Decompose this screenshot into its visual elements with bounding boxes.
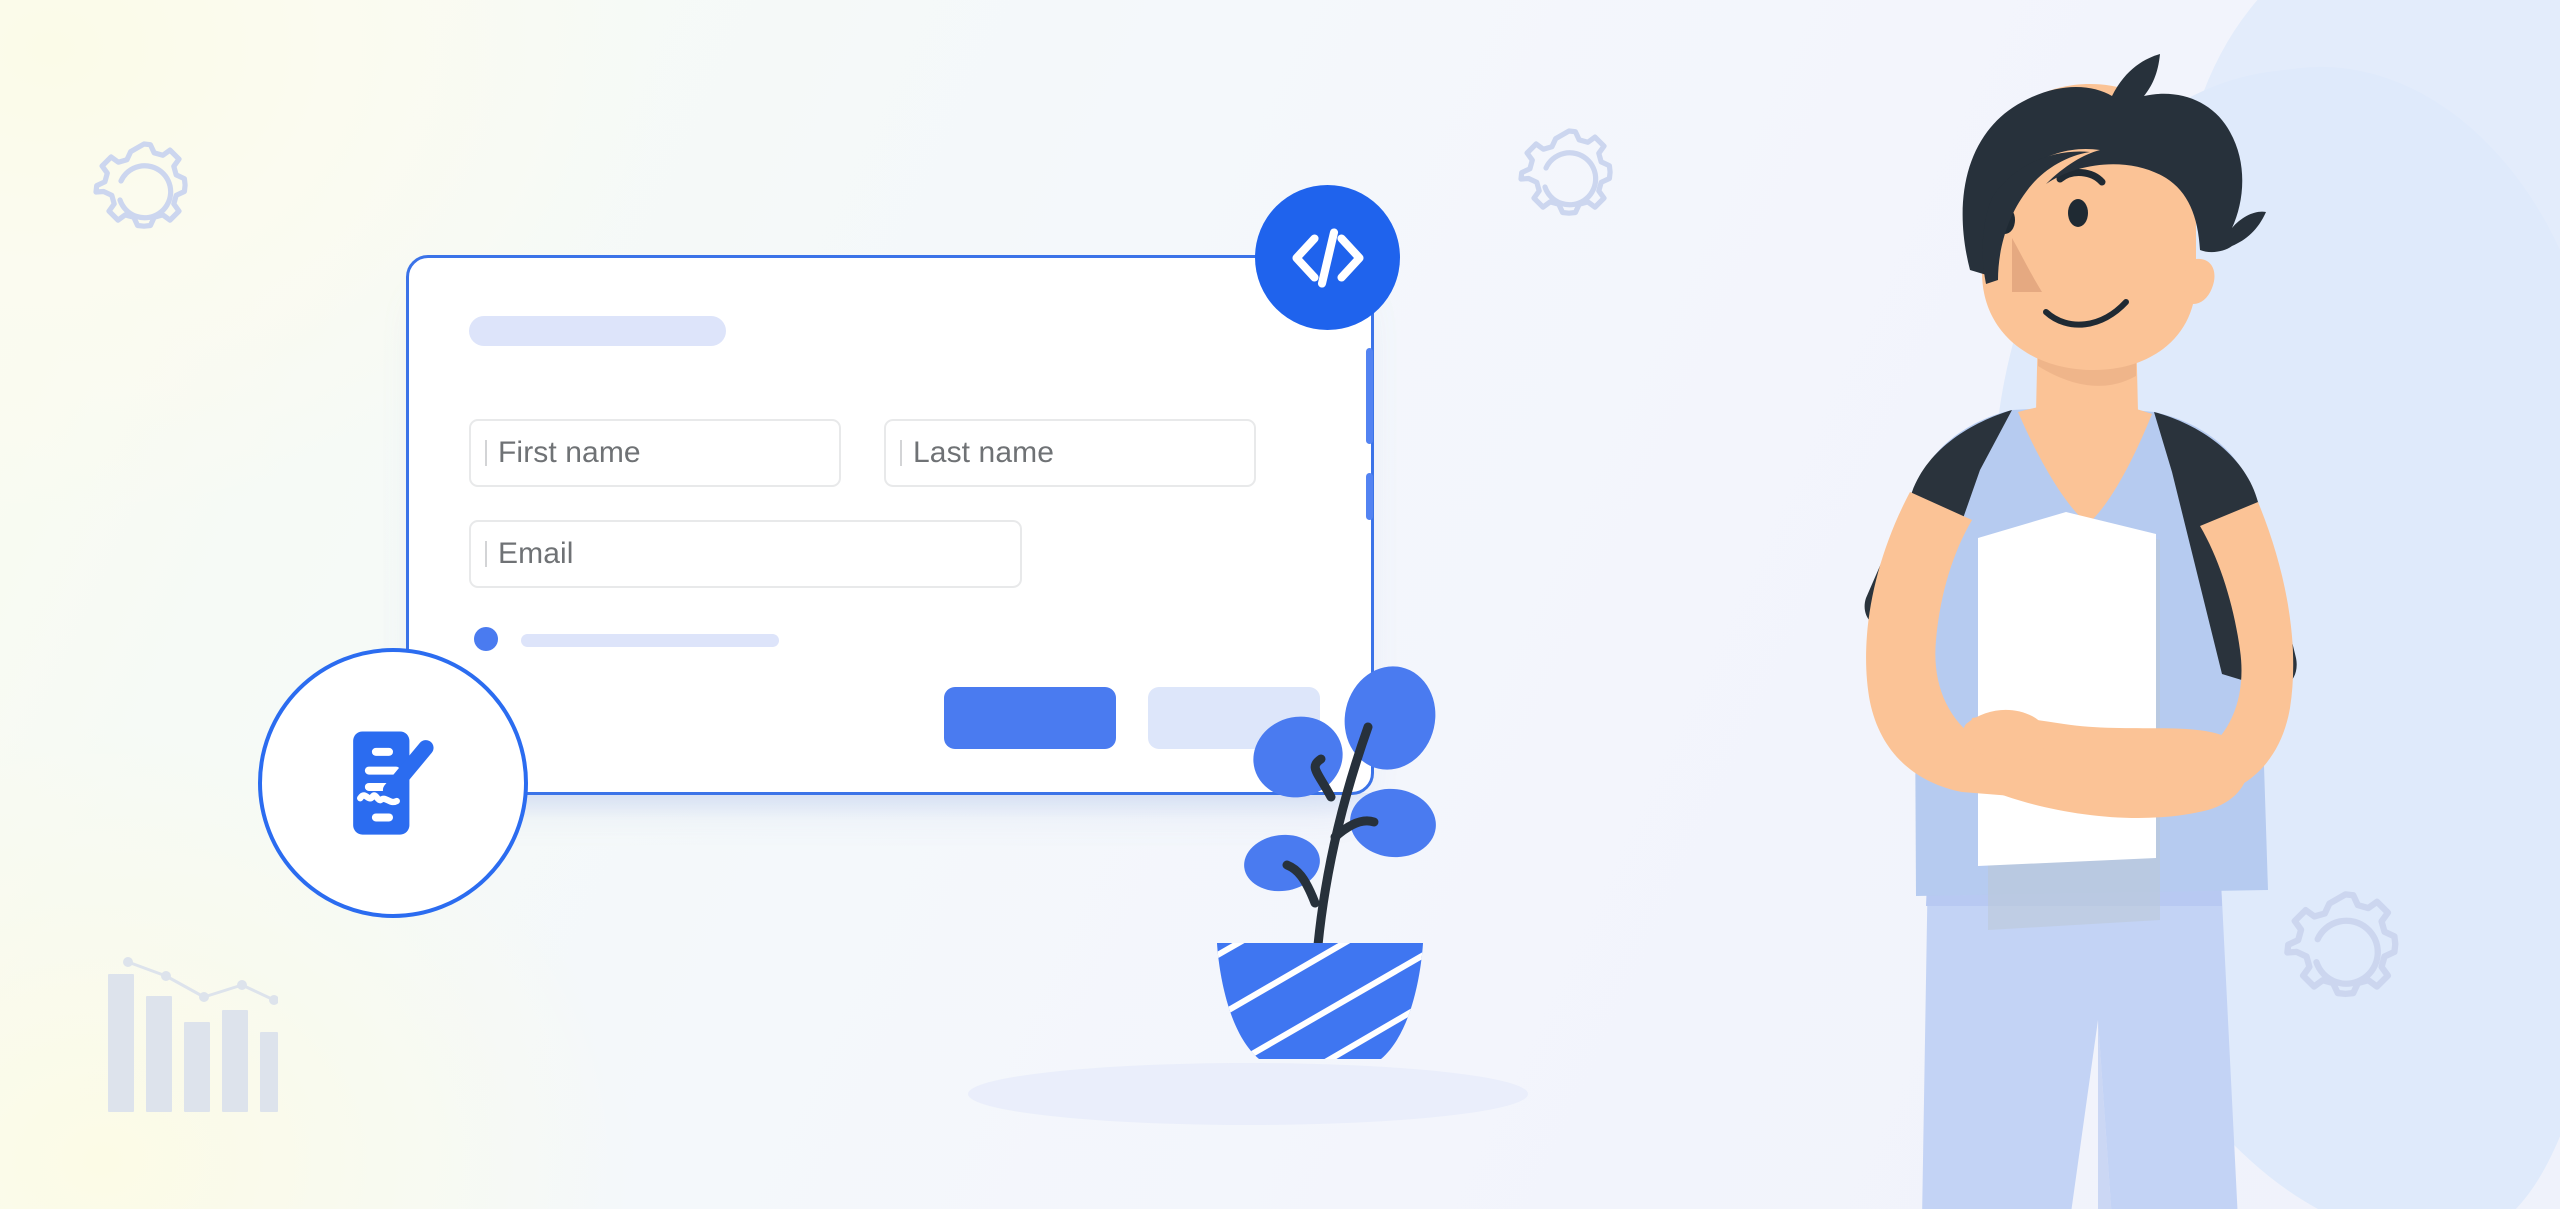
gear-icon xyxy=(1505,115,1633,243)
potted-plant-illustration xyxy=(1185,655,1515,1090)
text-caret xyxy=(485,541,487,567)
illustration-canvas: First name Last name Email xyxy=(0,0,2560,1209)
submit-button[interactable] xyxy=(944,687,1116,749)
first-name-placeholder: First name xyxy=(498,436,641,469)
accent-tick xyxy=(1366,348,1373,444)
leaf xyxy=(1344,666,1436,770)
consent-label-placeholder xyxy=(521,634,779,647)
last-name-field[interactable]: Last name xyxy=(884,419,1256,487)
gear-icon xyxy=(80,128,208,256)
first-name-field[interactable]: First name xyxy=(469,419,841,487)
email-placeholder: Email xyxy=(498,537,574,570)
eye-right xyxy=(2068,199,2088,227)
email-field[interactable]: Email xyxy=(469,520,1022,588)
signature-badge[interactable] xyxy=(258,648,528,918)
text-caret xyxy=(900,440,902,466)
background-bar-chart xyxy=(108,952,279,1117)
code-icon xyxy=(1291,227,1364,288)
last-name-placeholder: Last name xyxy=(913,436,1054,469)
form-title-placeholder xyxy=(469,316,726,346)
text-caret xyxy=(485,440,487,466)
consent-radio-button[interactable] xyxy=(474,627,498,651)
document-signature-icon xyxy=(353,731,434,835)
code-badge[interactable] xyxy=(1255,185,1400,330)
accent-tick xyxy=(1366,473,1373,520)
person-illustration xyxy=(1660,40,2420,1209)
leaf xyxy=(1253,716,1343,798)
